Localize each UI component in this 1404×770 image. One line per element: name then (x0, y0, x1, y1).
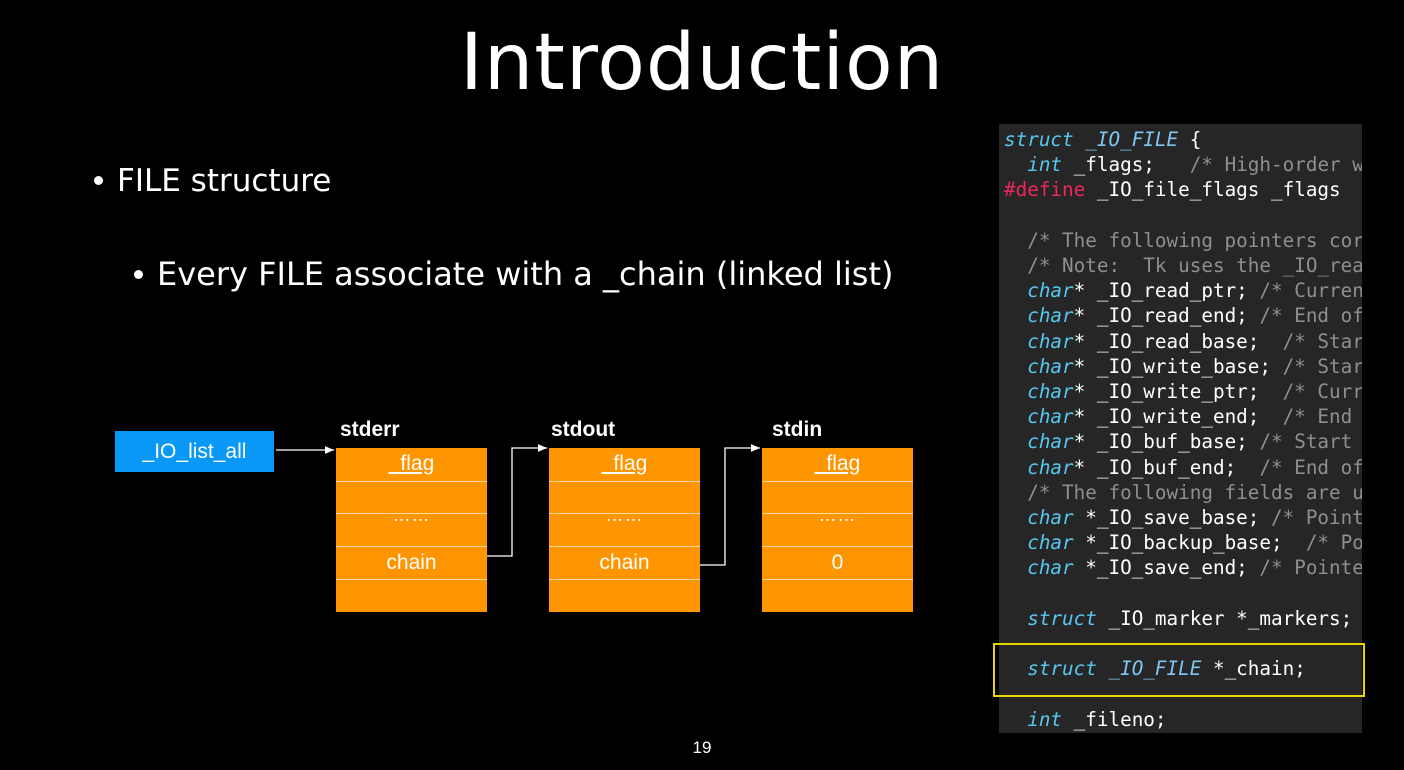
code-line: int _flags; /* High-order w (1004, 153, 1362, 176)
code-token: char (1027, 304, 1074, 328)
code-token: char (1027, 354, 1074, 378)
code-token: #define (1004, 178, 1086, 202)
code-token: /* Po (1305, 531, 1362, 555)
code-token: * _IO_buf_base; (1073, 430, 1260, 454)
arrow-stdout-to-stdin (700, 444, 760, 566)
code-token: struct (1004, 128, 1074, 151)
code-token: /* Note: Tk uses the _IO_rea (1004, 254, 1362, 277)
code-token: /* End of (1259, 455, 1362, 479)
code-token: * _IO_write_end; (1073, 405, 1283, 429)
code-token: * _IO_write_ptr; (1073, 380, 1283, 403)
code-line: char* _IO_write_ptr; /* Curr (1004, 380, 1362, 403)
code-token: /* The following fields are u (1004, 480, 1362, 504)
code-token: { (1189, 128, 1202, 151)
code-token: *_IO_save_end; (1073, 556, 1260, 580)
code-line: /* The following fields are u (1004, 481, 1362, 504)
code-token: /* End (1282, 405, 1353, 429)
code-token: * _IO_buf_end; (1073, 455, 1260, 479)
code-token: *_IO_backup_base; (1073, 531, 1306, 555)
code-panel: struct _IO_FILE { int _flags; /* High-or… (999, 124, 1362, 733)
code-token: char (1027, 430, 1074, 454)
chain-highlight-box (993, 643, 1365, 697)
code-token: /* Curr (1282, 380, 1362, 403)
code-line: #define _IO_file_flags _flags (1004, 178, 1341, 201)
code-line: char* _IO_write_base; /* Star (1004, 355, 1362, 378)
code-token: /* Curren (1259, 279, 1362, 303)
code-line: char* _IO_buf_base; /* Start (1004, 430, 1352, 453)
code-token: /* High-order w (1189, 153, 1362, 177)
code-line: struct _IO_marker *_markers; (1004, 607, 1352, 630)
code-token: char (1027, 556, 1074, 580)
code-token: /* Pointe (1259, 556, 1362, 580)
code-line: /* The following pointers cor (1004, 229, 1362, 252)
code-token: _IO_marker *_markers; (1096, 606, 1353, 630)
code-token: * _IO_write_base; (1073, 354, 1283, 378)
code-token: /* End of (1259, 304, 1362, 328)
code-token: struct (1027, 606, 1097, 630)
code-line: struct _IO_FILE { (1004, 128, 1201, 151)
arrow-stderr-to-stdout (487, 444, 547, 557)
code-token: char (1027, 506, 1074, 529)
code-line: char *_IO_backup_base; /* Po (1004, 531, 1362, 554)
code-line: int _fileno; (1004, 707, 1167, 731)
code-token: * _IO_read_end; (1073, 304, 1260, 328)
code-token: char (1027, 279, 1074, 303)
code-line: char* _IO_read_base; /* Star (1004, 330, 1362, 353)
code-token: int (1027, 707, 1063, 731)
code-line: char *_IO_save_base; /* Point (1004, 506, 1362, 529)
code-line: /* Note: Tk uses the _IO_rea (1004, 254, 1362, 277)
code-line: char* _IO_write_end; /* End (1004, 405, 1352, 428)
code-line: char *_IO_save_end; /* Pointe (1004, 556, 1362, 579)
code-token: char (1027, 405, 1074, 429)
code-token: * _IO_read_ptr; (1073, 279, 1260, 303)
code-token: * _IO_read_base; (1073, 329, 1283, 353)
code-line: char* _IO_buf_end; /* End of (1004, 456, 1362, 479)
code-token: /* Start (1259, 430, 1353, 454)
code-line: char* _IO_read_ptr; /* Curren (1004, 279, 1362, 302)
code-token: /* Star (1282, 354, 1362, 378)
code-token: /* The following pointers cor (1004, 228, 1362, 252)
code-line: char* _IO_read_end; /* End of (1004, 304, 1362, 327)
code-token: char (1027, 329, 1074, 353)
code-token: _flags; (1062, 153, 1190, 177)
code-token: char (1027, 380, 1074, 403)
code-token: /* Star (1282, 329, 1362, 353)
code-token: char (1027, 531, 1074, 555)
code-token: _fileno; (1062, 707, 1167, 731)
code-token: _IO_file_flags _flags (1085, 178, 1341, 202)
code-token: /* Point (1271, 506, 1362, 529)
code-token: int (1027, 153, 1063, 177)
code-token: char (1027, 455, 1074, 479)
code-token: _IO_FILE (1073, 128, 1190, 151)
page-number: 19 (692, 738, 712, 757)
code-token: *_IO_save_base; (1073, 506, 1271, 529)
